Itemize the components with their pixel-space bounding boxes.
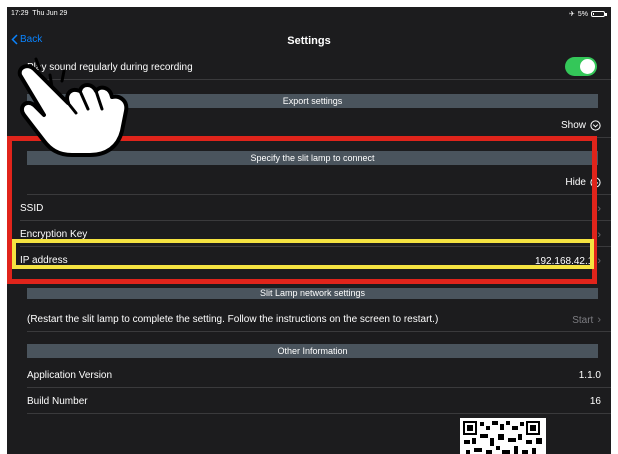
restart-instructions: (Restart the slit lamp to complete the s… xyxy=(27,314,439,325)
chevron-right-icon: › xyxy=(597,203,601,215)
status-bar: 17:29 Thu Jun 29 ✈ 5% xyxy=(7,7,611,21)
nav-bar: Back Settings xyxy=(7,21,611,51)
build-number-label: Build Number xyxy=(27,396,88,407)
status-time-date: 17:29 Thu Jun 29 xyxy=(11,10,68,17)
yellow-highlight-frame xyxy=(12,239,594,269)
pointing-hand-icon xyxy=(17,57,129,157)
battery-percent: 5% xyxy=(577,10,588,18)
export-show-control[interactable]: Show xyxy=(561,120,601,131)
app-version-row: Application Version 1.1.0 xyxy=(27,362,611,388)
chevron-down-circle-icon xyxy=(590,120,601,131)
chevron-right-icon: › xyxy=(597,314,601,326)
app-version-label: Application Version xyxy=(27,370,113,381)
other-info-header: Other Information xyxy=(27,344,598,358)
export-show-label: Show xyxy=(560,120,586,131)
encryption-chevron: › xyxy=(597,229,601,241)
chevron-right-icon: › xyxy=(597,229,601,241)
battery-icon xyxy=(591,11,607,17)
airplane-icon: ✈ xyxy=(569,11,575,18)
build-number-value: 16 xyxy=(589,396,601,407)
qr-code xyxy=(460,418,546,454)
build-number-row: Build Number 16 xyxy=(27,388,611,414)
start-label: Start xyxy=(572,314,594,326)
start-button[interactable]: Start › xyxy=(572,314,601,326)
status-right: ✈ 5% xyxy=(569,10,607,18)
network-settings-header: Slit Lamp network settings xyxy=(27,288,598,299)
restart-row: (Restart the slit lamp to complete the s… xyxy=(27,306,611,332)
app-version-value: 1.1.0 xyxy=(578,370,601,381)
ssid-chevron: › xyxy=(597,203,601,215)
page-title: Settings xyxy=(287,35,331,47)
sound-toggle[interactable] xyxy=(565,57,597,76)
chevron-right-icon: › xyxy=(597,255,601,267)
